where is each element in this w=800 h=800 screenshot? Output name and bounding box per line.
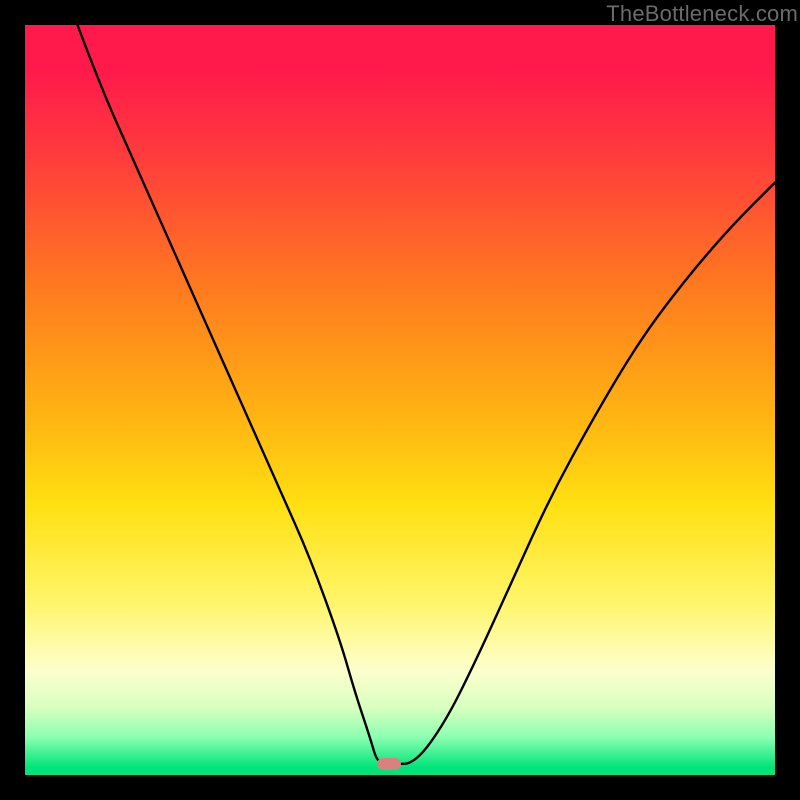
marker-dot <box>377 758 401 770</box>
chart-stage: TheBottleneck.com <box>0 0 800 800</box>
bottleneck-curve <box>25 25 775 775</box>
watermark-text: TheBottleneck.com <box>606 1 798 27</box>
plot-area <box>25 25 775 775</box>
